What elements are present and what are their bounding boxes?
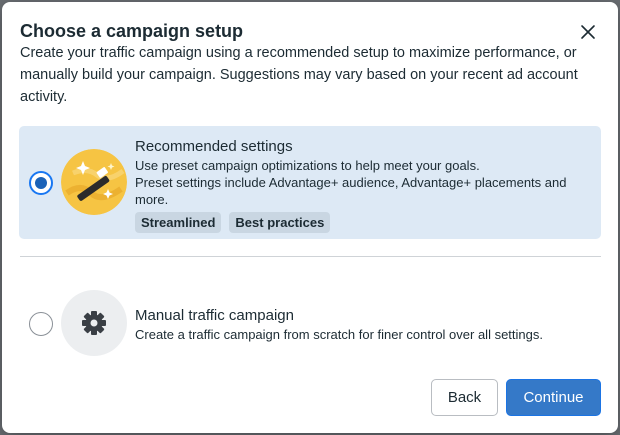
option-desc-recommended-1: Use preset campaign optimizations to hel… — [135, 158, 480, 173]
divider — [20, 256, 601, 257]
radio-recommended[interactable] — [29, 171, 53, 195]
magic-wand-icon — [61, 149, 127, 215]
continue-button[interactable]: Continue — [506, 379, 601, 416]
campaign-setup-dialog: Choose a campaign setup Create your traf… — [2, 2, 618, 433]
dialog-description: Create your traffic campaign using a rec… — [20, 45, 578, 105]
option-title-recommended: Recommended settings — [135, 138, 293, 155]
gear-icon — [61, 290, 127, 356]
close-button[interactable] — [576, 20, 600, 44]
option-title-manual: Manual traffic campaign — [135, 307, 294, 324]
tag-best-practices: Best practices — [229, 212, 331, 233]
radio-manual[interactable] — [29, 312, 53, 336]
back-button[interactable]: Back — [431, 379, 498, 416]
dialog-title: Choose a campaign setup — [20, 21, 244, 41]
option-desc-manual: Create a traffic campaign from scratch f… — [135, 327, 543, 342]
option-desc-recommended-2: Preset settings include Advantage+ audie… — [135, 175, 567, 207]
tag-streamlined: Streamlined — [135, 212, 222, 233]
option-recommended-settings[interactable]: Recommended settings Use preset campaign… — [19, 126, 601, 239]
option-tags: Streamlined Best practices — [135, 212, 331, 233]
close-icon — [581, 25, 595, 39]
option-manual-traffic-campaign[interactable]: Manual traffic campaign Create a traffic… — [19, 285, 601, 363]
